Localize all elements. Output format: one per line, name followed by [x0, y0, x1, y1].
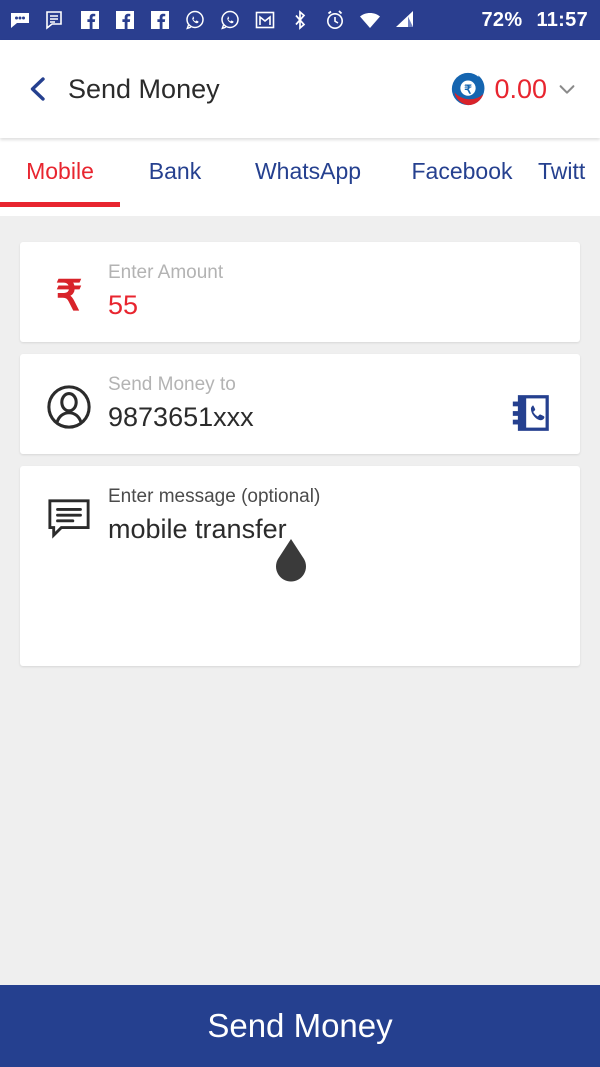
message-label: Enter message (optional)	[108, 486, 321, 507]
tab-whatsapp-label: WhatsApp	[254, 158, 362, 184]
sms-icon	[46, 11, 62, 30]
recipient-label: Send Money to	[108, 374, 236, 395]
tab-mobile[interactable]: Mobile	[0, 158, 120, 207]
text-selection-handle-icon[interactable]	[271, 538, 311, 584]
channel-tabs: Mobile Bank WhatsApp Facebook Twitt	[0, 138, 600, 216]
tab-facebook[interactable]: Facebook	[386, 158, 538, 207]
signal-icon	[396, 11, 413, 27]
alarm-icon	[327, 10, 343, 29]
amount-label: Enter Amount	[108, 262, 224, 283]
tab-facebook-label: Facebook	[411, 158, 513, 184]
pick-contact-button[interactable]	[498, 372, 562, 454]
recipient-field-card[interactable]: Send Money to 9873651xxx	[20, 354, 580, 454]
chevron-left-icon	[30, 77, 45, 101]
status-bar: 72% 11:57	[0, 0, 600, 40]
wallet-rupee-logo: ₹	[452, 72, 485, 106]
tab-twitter[interactable]: Twitt	[538, 158, 600, 207]
recipient-value[interactable]: 9873651xxx	[108, 400, 498, 435]
wifi-icon	[360, 13, 380, 28]
facebook-icon	[151, 11, 169, 29]
messages-icon	[11, 13, 29, 28]
facebook-icon	[116, 11, 134, 29]
status-bar-notification-icons	[8, 8, 482, 32]
recipient-icon-slot	[38, 372, 100, 454]
message-field-group: Enter message (optional) mobile transfer	[100, 484, 562, 666]
chevron-down-icon	[559, 85, 575, 94]
tab-bank[interactable]: Bank	[120, 158, 230, 207]
gmail-icon	[255, 11, 275, 29]
wallet-balance-amount: 0.00	[494, 73, 547, 104]
app-screen: 72% 11:57 Send Money ₹ 0.00 Mobile Bank …	[0, 0, 600, 1067]
svg-text:₹: ₹	[56, 272, 83, 318]
form-content: ₹ Enter Amount 55 Send Money to 9873651x…	[0, 216, 600, 985]
clock: 11:57	[536, 8, 588, 31]
whatsapp-icon	[186, 10, 204, 30]
amount-field-group: Enter Amount 55	[100, 260, 562, 342]
status-bar-system-info: 72% 11:57	[482, 9, 589, 32]
bluetooth-icon	[295, 10, 306, 30]
battery-percentage: 72%	[481, 8, 523, 31]
tab-whatsapp[interactable]: WhatsApp	[230, 158, 386, 207]
tab-mobile-label: Mobile	[26, 158, 94, 184]
message-value[interactable]: mobile transfer	[108, 512, 562, 547]
tab-twitter-label: Twitt	[538, 158, 586, 184]
amount-value[interactable]: 55	[108, 288, 562, 323]
svg-text:₹: ₹	[465, 82, 473, 96]
facebook-icon	[81, 11, 99, 29]
message-bubble-icon	[48, 499, 90, 539]
send-money-button[interactable]: Send Money	[0, 985, 600, 1067]
person-icon	[47, 385, 91, 429]
tab-bank-label: Bank	[148, 158, 202, 184]
app-header: Send Money ₹ 0.00	[0, 40, 600, 138]
whatsapp-icon	[221, 10, 239, 30]
amount-field-card[interactable]: ₹ Enter Amount 55	[20, 242, 580, 342]
message-icon-slot	[38, 484, 100, 666]
amount-icon-slot: ₹	[38, 260, 100, 342]
back-button[interactable]	[18, 69, 58, 109]
contacts-book-icon	[512, 395, 549, 431]
recipient-field-group: Send Money to 9873651xxx	[100, 372, 498, 454]
wallet-balance-dropdown[interactable]: ₹ 0.00	[451, 72, 578, 106]
page-title: Send Money	[68, 73, 220, 104]
active-tab-indicator	[0, 202, 120, 207]
rupee-icon: ₹	[56, 272, 83, 318]
